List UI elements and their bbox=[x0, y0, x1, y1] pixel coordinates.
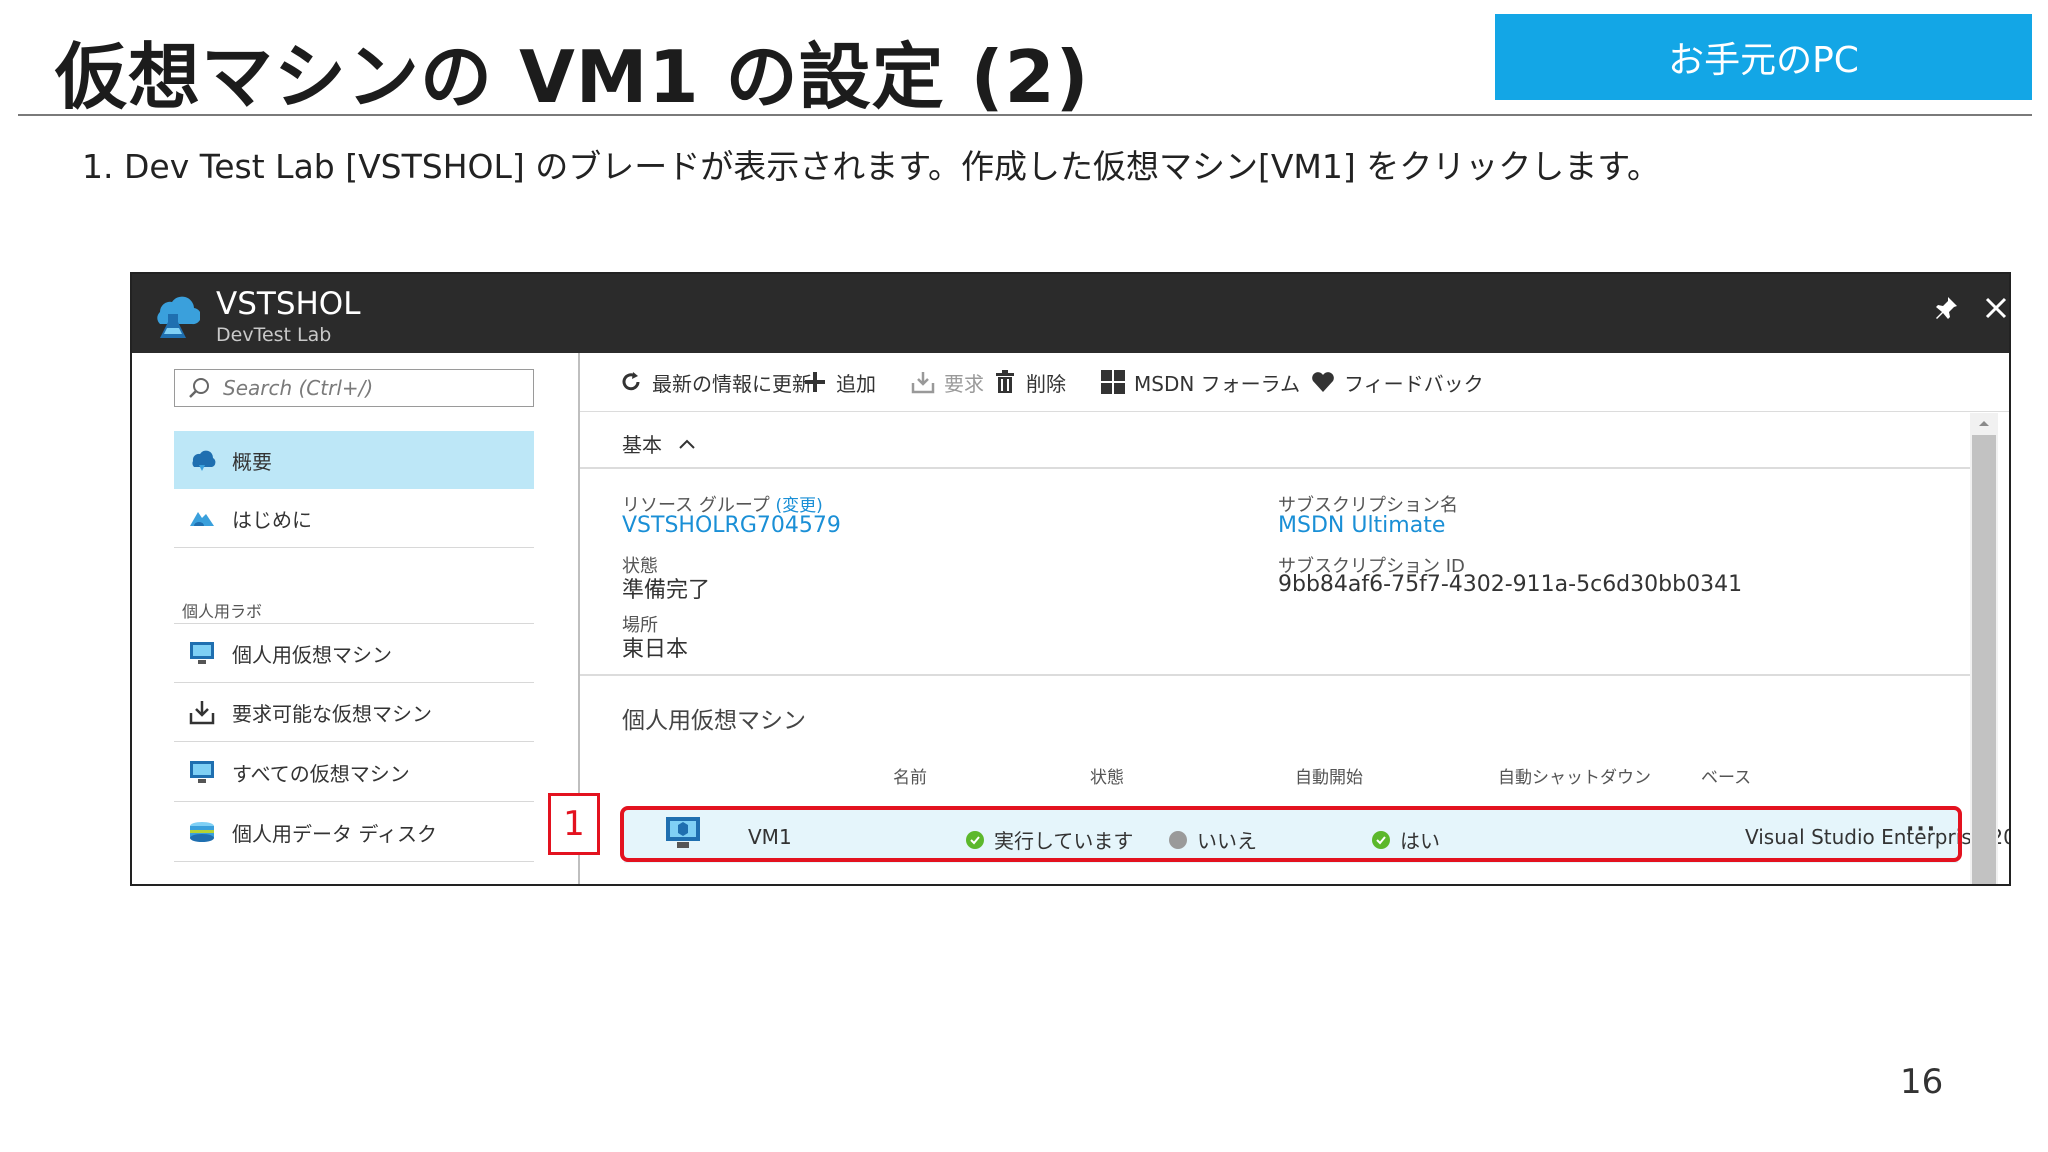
page-number: 16 bbox=[1900, 1062, 1944, 1102]
devtest-lab-icon bbox=[157, 296, 200, 338]
essentials-toggle[interactable]: 基本 bbox=[622, 429, 696, 458]
delete-label: 削除 bbox=[1026, 371, 1066, 396]
close-icon[interactable] bbox=[1976, 288, 2009, 328]
msdn-forum-label: MSDN フォーラム bbox=[1134, 371, 1301, 396]
blade-main: 最新の情報に更新 追加 要求 削除 MSDN フォーラム フィードバック 基本 … bbox=[580, 353, 2009, 884]
section-divider bbox=[580, 674, 1970, 676]
heart-icon bbox=[1310, 369, 1336, 395]
claim-download-icon bbox=[188, 698, 216, 726]
claim-download-icon bbox=[910, 369, 936, 395]
environment-badge-label: お手元のPC bbox=[1668, 40, 1859, 81]
getting-started-icon bbox=[188, 504, 216, 532]
essentials-divider bbox=[580, 467, 1970, 469]
msdn-forum-button[interactable]: MSDN フォーラム bbox=[1100, 365, 1300, 399]
instruction-step: 1. Dev Test Lab [VSTSHOL] のブレードが表示されます。作… bbox=[82, 147, 1660, 186]
sidebar-section-my-lab: 個人用ラボ bbox=[182, 602, 263, 621]
scrollbar-thumb[interactable] bbox=[1972, 435, 1996, 884]
trash-icon bbox=[992, 369, 1018, 395]
title-divider bbox=[18, 114, 2032, 116]
column-header-status[interactable]: 状態 bbox=[1090, 763, 1124, 788]
disk-icon bbox=[188, 818, 216, 846]
row-highlight-box bbox=[620, 806, 1962, 862]
refresh-icon bbox=[618, 369, 644, 395]
search-input[interactable]: Search (Ctrl+/) bbox=[174, 369, 534, 407]
add-label: 追加 bbox=[836, 371, 876, 396]
refresh-label: 最新の情報に更新 bbox=[652, 371, 812, 396]
sidebar-item-label: 要求可能な仮想マシン bbox=[232, 701, 432, 726]
sidebar-item-label: 個人用データ ディスク bbox=[232, 821, 437, 846]
claim-label: 要求 bbox=[944, 371, 984, 396]
blade-header: VSTSHOL DevTest Lab bbox=[132, 274, 2009, 353]
add-button[interactable]: 追加 bbox=[802, 365, 876, 399]
environment-badge: お手元のPC bbox=[1495, 14, 2032, 100]
sidebar-item-label: すべての仮想マシン bbox=[232, 761, 410, 786]
sidebar-item-label: 概要 bbox=[232, 449, 272, 474]
portal-screenshot: VSTSHOL DevTest Lab Search (Ctrl+/) 概要 は… bbox=[130, 272, 2011, 886]
feedback-button[interactable]: フィードバック bbox=[1310, 365, 1484, 399]
location-value: 東日本 bbox=[622, 637, 689, 662]
column-header-name[interactable]: 名前 bbox=[893, 763, 927, 788]
claim-button[interactable]: 要求 bbox=[910, 365, 984, 399]
sidebar-item-getting-started[interactable]: はじめに bbox=[174, 489, 534, 548]
step-callout: 1 bbox=[548, 793, 600, 855]
delete-button[interactable]: 削除 bbox=[992, 365, 1066, 399]
sidebar-item-all-vms[interactable]: すべての仮想マシン bbox=[174, 743, 534, 802]
resource-group-link[interactable]: VSTSHOLRG704579 bbox=[622, 513, 841, 538]
feedback-label: フィードバック bbox=[1344, 371, 1484, 396]
status-value: 準備完了 bbox=[622, 578, 711, 603]
slide-title: 仮想マシンの VM1 の設定 (2) bbox=[55, 35, 1090, 119]
essentials-header: 基本 bbox=[622, 433, 662, 457]
pin-icon[interactable] bbox=[1926, 288, 1966, 328]
subscription-id-value: 9bb84af6-75f7-4302-911a-5c6d30bb0341 bbox=[1278, 572, 1743, 597]
vm-icon bbox=[188, 758, 216, 786]
blade-subtitle: DevTest Lab bbox=[216, 324, 332, 346]
plus-icon bbox=[802, 369, 828, 395]
vm-icon bbox=[188, 639, 216, 667]
refresh-button[interactable]: 最新の情報に更新 bbox=[618, 365, 812, 399]
column-header-auto-start[interactable]: 自動開始 bbox=[1295, 763, 1363, 788]
search-placeholder: Search (Ctrl+/) bbox=[223, 376, 374, 400]
windows-icon bbox=[1100, 369, 1126, 395]
sidebar-item-label: はじめに bbox=[232, 507, 312, 532]
sidebar-item-claimable-vms[interactable]: 要求可能な仮想マシン bbox=[174, 683, 534, 742]
sidebar-item-overview[interactable]: 概要 bbox=[174, 431, 534, 489]
sidebar-item-label: 個人用仮想マシン bbox=[232, 642, 392, 667]
chevron-up-icon bbox=[679, 439, 695, 449]
blade-title: VSTSHOL bbox=[216, 286, 361, 322]
column-header-auto-shutdown[interactable]: 自動シャットダウン bbox=[1498, 763, 1651, 788]
scrollbar[interactable] bbox=[1970, 413, 1998, 884]
subscription-name-link[interactable]: MSDN Ultimate bbox=[1278, 513, 1445, 538]
blade-sidebar: Search (Ctrl+/) 概要 はじめに 個人用ラボ 個人用仮想マシン 要… bbox=[132, 353, 580, 884]
scroll-up-icon[interactable] bbox=[1978, 419, 1990, 427]
overview-cloud-icon bbox=[188, 446, 216, 474]
my-vms-section-title: 個人用仮想マシン bbox=[622, 708, 806, 734]
column-header-base[interactable]: ベース bbox=[1701, 763, 1751, 788]
sidebar-item-data-disks[interactable]: 個人用データ ディスク bbox=[174, 803, 534, 862]
command-bar: 最新の情報に更新 追加 要求 削除 MSDN フォーラム フィードバック bbox=[580, 353, 2009, 412]
sidebar-item-my-vms[interactable]: 個人用仮想マシン bbox=[174, 623, 534, 683]
search-icon bbox=[189, 378, 209, 398]
